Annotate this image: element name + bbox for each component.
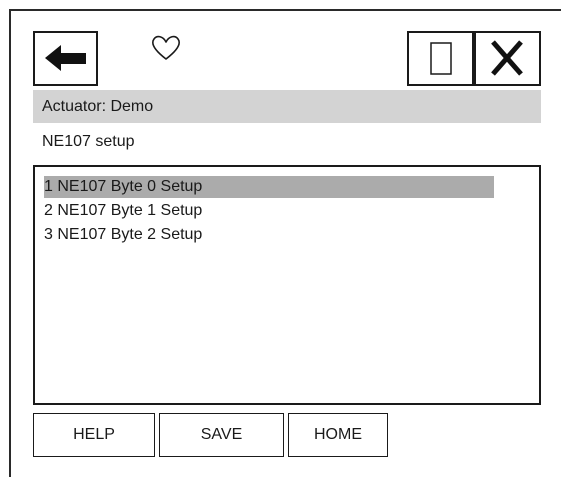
frame-top-border [9,9,561,11]
page-title: NE107 setup [42,133,135,150]
frame-left-border [9,9,11,477]
list-item[interactable]: 2 NE107 Byte 1 Setup [44,200,202,222]
arrow-left-icon [45,45,86,71]
close-x-icon [491,40,523,76]
heart-outline-icon [151,35,181,60]
header-label: Actuator: Demo [42,98,154,115]
list-item[interactable]: 3 NE107 Byte 2 Setup [44,224,202,246]
favorite-button[interactable] [148,30,184,66]
help-button[interactable]: HELP [33,413,155,457]
close-button[interactable] [474,31,541,86]
rectangle-icon [430,42,452,75]
list-item[interactable]: 1 NE107 Byte 0 Setup [44,176,494,198]
home-button[interactable]: HOME [288,413,388,457]
header-bar: Actuator: Demo [33,90,541,123]
save-button[interactable]: SAVE [159,413,284,457]
menu-list: 1 NE107 Byte 0 Setup 2 NE107 Byte 1 Setu… [33,165,541,405]
window-button[interactable] [407,31,474,86]
back-button[interactable] [33,31,98,86]
